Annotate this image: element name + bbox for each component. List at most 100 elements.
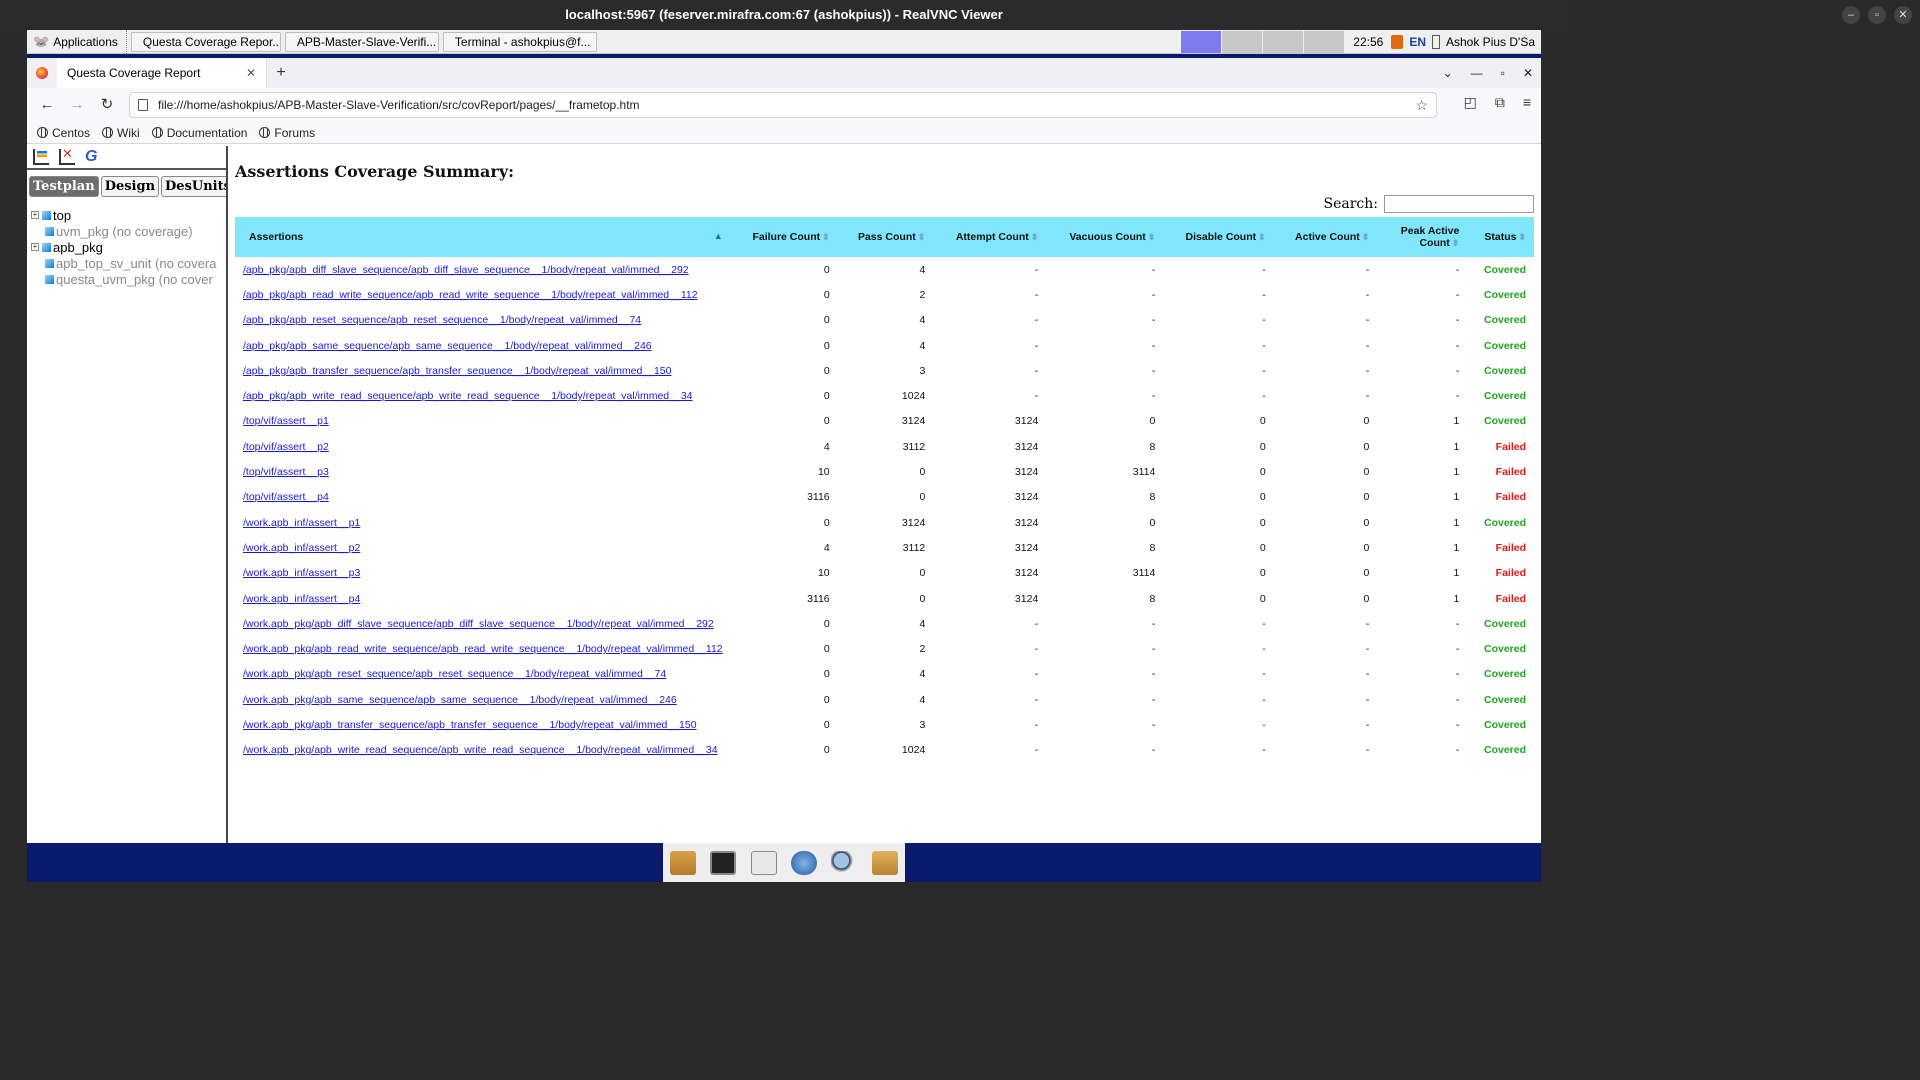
- sort-icon: ⬍: [1258, 232, 1266, 242]
- node-icon: [45, 258, 54, 268]
- terminal-icon[interactable]: [710, 850, 737, 875]
- maximize-icon[interactable]: ▫: [1501, 66, 1505, 80]
- assertion-link[interactable]: /apb_pkg/apb_diff_slave_sequence/apb_dif…: [243, 264, 689, 276]
- status-cell: Covered: [1483, 693, 1526, 706]
- active-count-cell: 0: [1363, 541, 1370, 554]
- column-header-failure-count[interactable]: Failure Count ⬍: [730, 217, 838, 257]
- clock[interactable]: 22:56: [1345, 35, 1391, 49]
- assertion-link[interactable]: /top/vif/assert__p3: [243, 466, 329, 478]
- workspace-1[interactable]: [1181, 30, 1222, 53]
- search-input[interactable]: [1384, 195, 1534, 213]
- tab-design[interactable]: Design: [100, 176, 160, 197]
- assertion-link[interactable]: /apb_pkg/apb_transfer_sequence/apb_trans…: [243, 365, 671, 377]
- pass-count-cell: 2: [919, 643, 926, 656]
- workspace-3[interactable]: [1263, 30, 1304, 53]
- assertion-link[interactable]: /apb_pkg/apb_read_write_sequence/apb_rea…: [243, 289, 698, 301]
- active-count-cell: -: [1365, 263, 1370, 276]
- node-icon: [42, 210, 51, 220]
- notes-icon[interactable]: [750, 850, 777, 875]
- column-header-peak-active-count[interactable]: Peak Active Count ⬍: [1377, 217, 1468, 257]
- assertion-link[interactable]: /top/vif/assert__p4: [243, 491, 329, 503]
- pocket-icon[interactable]: ◰: [1464, 94, 1477, 111]
- tree-item-uvm-pkg[interactable]: uvm_pkg (no coverage): [31, 223, 222, 239]
- assertion-link[interactable]: /work.apb_pkg/apb_write_read_sequence/ap…: [243, 744, 718, 756]
- back-icon[interactable]: ←: [35, 93, 59, 117]
- assertion-link[interactable]: /apb_pkg/apb_same_sequence/apb_same_sequ…: [243, 340, 652, 352]
- task-label: Questa Coverage Repor...: [142, 34, 281, 49]
- task-questa-coverage[interactable]: Questa Coverage Repor...: [130, 31, 281, 52]
- bookmark-star-icon[interactable]: ☆: [1415, 97, 1428, 114]
- minimize-button[interactable]: –: [1842, 6, 1860, 24]
- file-manager-icon[interactable]: [670, 850, 697, 875]
- failure-count-cell: 0: [823, 415, 830, 428]
- column-header-disable-count[interactable]: Disable Count ⬍: [1163, 217, 1274, 257]
- tree-item-questa-uvm-pkg[interactable]: questa_uvm_pkg (no cover: [31, 271, 222, 287]
- menu-icon[interactable]: ≡: [1523, 94, 1531, 111]
- expand-icon[interactable]: +: [31, 211, 39, 219]
- list-tabs-icon[interactable]: ⌄: [1443, 66, 1453, 80]
- column-header-pass-count[interactable]: Pass Count ⬍: [837, 217, 934, 257]
- tree-item-top[interactable]: + top: [31, 207, 222, 223]
- maximize-button[interactable]: ▫: [1868, 6, 1886, 24]
- bar-chart-icon[interactable]: [33, 149, 49, 165]
- bookmark-forums[interactable]: Forums: [259, 126, 315, 140]
- peak-active-count-cell: 1: [1453, 466, 1460, 479]
- bookmark-documentation[interactable]: Documentation: [151, 126, 247, 140]
- status-cell: Covered: [1483, 617, 1526, 630]
- user-menu[interactable]: Ashok Pius D'Sa: [1440, 35, 1541, 49]
- minimize-icon[interactable]: —: [1471, 66, 1483, 80]
- column-header-assertions[interactable]: Assertions ▲: [235, 217, 731, 257]
- assertion-link[interactable]: /work.apb_inf/assert__p1: [243, 517, 360, 529]
- url-text[interactable]: file:///home/ashokpius/APB-Master-Slave-…: [158, 98, 640, 112]
- extensions-icon[interactable]: ⧉: [1495, 94, 1505, 111]
- tab-questa-coverage-report[interactable]: Questa Coverage Report ✕: [57, 58, 267, 88]
- bookmark-wiki[interactable]: Wiki: [102, 126, 140, 140]
- search-icon[interactable]: [831, 850, 858, 875]
- assertion-link[interactable]: /work.apb_inf/assert__p4: [243, 593, 360, 605]
- status-cell: Covered: [1483, 516, 1526, 529]
- disable-count-cell: 0: [1259, 567, 1266, 580]
- bookmark-centos[interactable]: Centos: [37, 126, 90, 140]
- assertion-link[interactable]: /work.apb_pkg/apb_read_write_sequence/ap…: [243, 643, 723, 655]
- chart-excluded-icon[interactable]: [59, 146, 75, 165]
- column-header-vacuous-count[interactable]: Vacuous Count ⬍: [1046, 217, 1164, 257]
- siemens-logo-icon[interactable]: G: [85, 149, 101, 165]
- column-header-active-count[interactable]: Active Count ⬍: [1273, 217, 1378, 257]
- expand-icon[interactable]: +: [31, 243, 39, 251]
- applications-menu[interactable]: 🐭 Applications: [27, 29, 127, 54]
- column-header-attempt-count[interactable]: Attempt Count ⬍: [933, 217, 1047, 257]
- update-notifier-icon[interactable]: [1391, 34, 1404, 49]
- url-bar[interactable]: file:///home/ashokpius/APB-Master-Slave-…: [129, 92, 1437, 118]
- task-terminal[interactable]: Terminal - ashokpius@f...: [442, 31, 597, 52]
- pass-count-cell: 4: [919, 314, 926, 327]
- web-browser-icon[interactable]: [791, 850, 818, 875]
- assertion-link[interactable]: /top/vif/assert__p1: [243, 415, 329, 427]
- close-icon[interactable]: ✕: [1523, 66, 1533, 80]
- assertion-link[interactable]: /apb_pkg/apb_write_read_sequence/apb_wri…: [243, 390, 693, 402]
- workspace-2[interactable]: [1222, 30, 1263, 53]
- active-count-cell: -: [1365, 390, 1370, 403]
- assertion-link[interactable]: /work.apb_pkg/apb_reset_sequence/apb_res…: [243, 668, 666, 680]
- forward-icon[interactable]: →: [65, 93, 89, 117]
- tree-item-apb-pkg[interactable]: + apb_pkg: [31, 239, 222, 255]
- task-apb-folder[interactable]: APB-Master-Slave-Verifi...: [284, 31, 439, 52]
- assertion-link[interactable]: /work.apb_pkg/apb_diff_slave_sequence/ap…: [243, 618, 714, 630]
- assertion-link[interactable]: /work.apb_pkg/apb_transfer_sequence/apb_…: [243, 719, 697, 731]
- assertion-link[interactable]: /work.apb_pkg/apb_same_sequence/apb_same…: [243, 694, 677, 706]
- xfce-mouse-icon: 🐭: [33, 33, 50, 49]
- tab-desunits[interactable]: DesUnits: [161, 176, 226, 197]
- assertion-link[interactable]: /work.apb_inf/assert__p3: [243, 567, 360, 579]
- close-button[interactable]: ✕: [1894, 6, 1912, 24]
- assertion-link[interactable]: /work.apb_inf/assert__p2: [243, 542, 360, 554]
- new-tab-button[interactable]: +: [267, 64, 295, 82]
- reload-icon[interactable]: ↻: [95, 93, 119, 117]
- tab-testplan[interactable]: Testplan: [29, 176, 99, 197]
- keyboard-layout[interactable]: EN: [1403, 35, 1432, 49]
- workspace-4[interactable]: [1304, 30, 1345, 53]
- folder-icon[interactable]: [871, 850, 898, 875]
- assertion-link[interactable]: /top/vif/assert__p2: [243, 441, 329, 453]
- assertion-link[interactable]: /apb_pkg/apb_reset_sequence/apb_reset_se…: [243, 314, 641, 326]
- tree-item-apb-top-sv-unit[interactable]: apb_top_sv_unit (no covera: [31, 255, 222, 271]
- close-tab-icon[interactable]: ✕: [246, 66, 256, 80]
- column-header-status[interactable]: Status ⬍: [1467, 217, 1534, 257]
